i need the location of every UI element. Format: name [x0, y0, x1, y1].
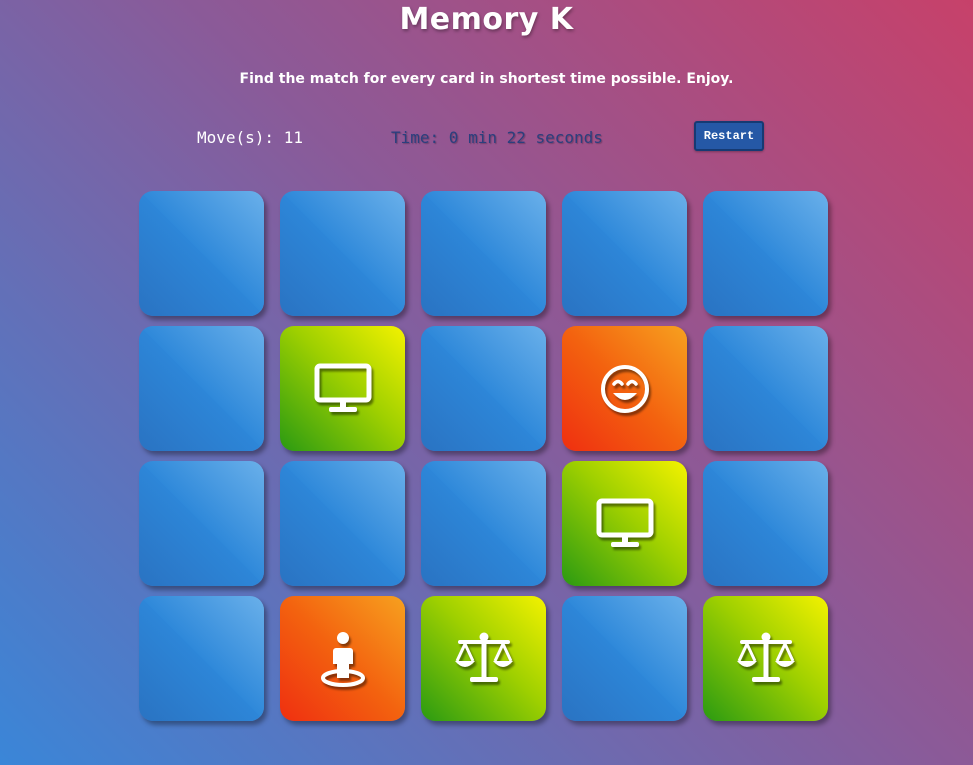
restart-button[interactable]: Restart — [694, 121, 764, 151]
card-open[interactable] — [703, 596, 828, 721]
timer-display: Time: 0 min 22 seconds — [391, 128, 603, 147]
card-hidden[interactable] — [562, 191, 687, 316]
page-title: Memory K — [399, 2, 574, 37]
smiley-icon — [593, 357, 657, 421]
card-open[interactable] — [280, 326, 405, 451]
desktop-icon — [311, 357, 375, 421]
card-hidden[interactable] — [421, 461, 546, 586]
card-grid — [139, 191, 828, 721]
card-open[interactable] — [421, 596, 546, 721]
card-hidden[interactable] — [703, 326, 828, 451]
moves-counter: Move(s): 11 — [197, 128, 303, 147]
card-open[interactable] — [562, 461, 687, 586]
balance-scale-icon — [734, 627, 798, 691]
card-hidden[interactable] — [139, 326, 264, 451]
card-open[interactable] — [562, 326, 687, 451]
card-hidden[interactable] — [703, 461, 828, 586]
balance-scale-icon — [452, 627, 516, 691]
card-hidden[interactable] — [139, 191, 264, 316]
instructions-text: Find the match for every card in shortes… — [239, 71, 734, 87]
desktop-icon — [593, 492, 657, 556]
person-pin-icon — [311, 627, 375, 691]
card-hidden[interactable] — [421, 326, 546, 451]
card-hidden[interactable] — [139, 596, 264, 721]
card-hidden[interactable] — [562, 596, 687, 721]
card-hidden[interactable] — [280, 461, 405, 586]
card-hidden[interactable] — [703, 191, 828, 316]
card-hidden[interactable] — [280, 191, 405, 316]
card-open[interactable] — [280, 596, 405, 721]
card-hidden[interactable] — [421, 191, 546, 316]
card-hidden[interactable] — [139, 461, 264, 586]
